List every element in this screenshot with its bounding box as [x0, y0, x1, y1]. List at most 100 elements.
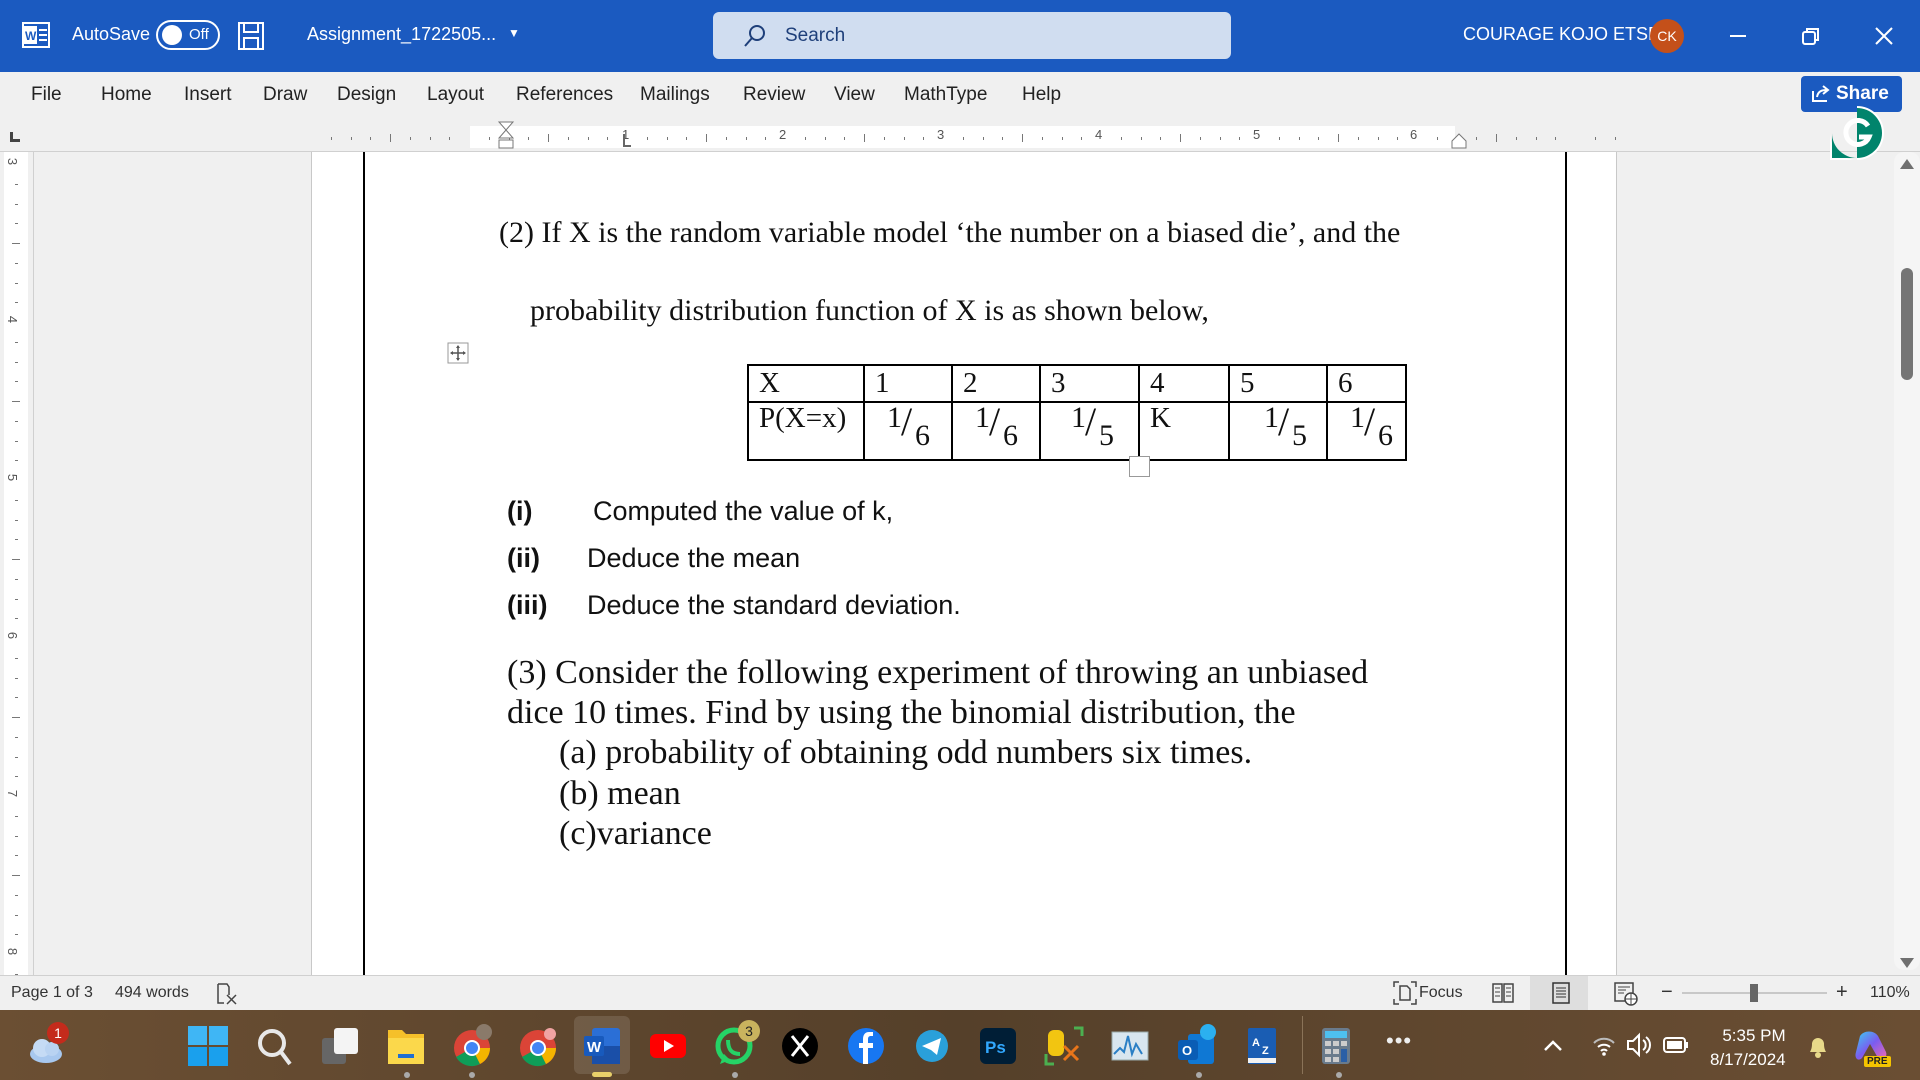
- tab-draw[interactable]: Draw: [263, 84, 307, 106]
- chrome-profile-2-icon[interactable]: [516, 1024, 560, 1068]
- wifi-icon[interactable]: [1592, 1034, 1616, 1056]
- dictionary-icon[interactable]: AZ: [1240, 1024, 1284, 1068]
- task-view-icon[interactable]: [318, 1024, 362, 1068]
- vertical-ruler[interactable]: 3 4 5 6 7 8: [0, 152, 34, 975]
- ruler-tick: [12, 717, 20, 718]
- ruler-tick: [1120, 136, 1122, 140]
- tab-home[interactable]: Home: [101, 84, 152, 106]
- indent-marker-icon[interactable]: [497, 120, 515, 152]
- ruler-tick: [14, 697, 18, 699]
- resource-monitor-icon[interactable]: [1108, 1024, 1152, 1068]
- ruler-tick: [1397, 136, 1399, 140]
- ruler-tick: [14, 341, 18, 343]
- search-taskbar-icon[interactable]: [252, 1024, 296, 1068]
- close-icon[interactable]: [1866, 18, 1902, 54]
- ruler-tick: [1436, 136, 1438, 140]
- ruler-tick: [14, 934, 18, 936]
- tab-mailings[interactable]: Mailings: [640, 84, 710, 106]
- clock[interactable]: 5:35 PM 8/17/2024: [1710, 1024, 1786, 1072]
- ruler-tick: [14, 262, 18, 264]
- ruler-tick: [14, 539, 18, 541]
- ruler-tick: [12, 243, 20, 244]
- tab-review[interactable]: Review: [743, 84, 805, 106]
- ruler-tick: [350, 136, 352, 140]
- word-count[interactable]: 494 words: [115, 984, 189, 1002]
- notification-bell-icon[interactable]: [1806, 1034, 1830, 1060]
- tab-file[interactable]: File: [31, 84, 62, 106]
- web-layout-icon[interactable]: [1614, 982, 1638, 1006]
- toggle-knob: [162, 25, 182, 45]
- user-avatar[interactable]: CK: [1650, 19, 1684, 53]
- focus-icon[interactable]: [1393, 981, 1417, 1005]
- start-icon[interactable]: [186, 1024, 230, 1068]
- user-name[interactable]: COURAGE KOJO ETSE: [1463, 24, 1660, 45]
- zoom-slider-thumb[interactable]: [1750, 984, 1758, 1002]
- read-mode-icon[interactable]: [1492, 982, 1514, 1004]
- file-explorer-icon[interactable]: [384, 1024, 428, 1068]
- document-page[interactable]: (2) If X is the random variable model ‘t…: [311, 152, 1617, 975]
- photoshop-icon[interactable]: Ps: [976, 1024, 1020, 1068]
- ruler-tick: [844, 136, 846, 140]
- ruler-tick: [1160, 136, 1162, 140]
- ruler-tick: [14, 618, 18, 620]
- x-twitter-icon[interactable]: [778, 1024, 822, 1068]
- calculator-icon[interactable]: [1314, 1024, 1358, 1068]
- table-resize-handle[interactable]: [1129, 456, 1150, 477]
- tab-layout[interactable]: Layout: [427, 84, 484, 106]
- tab-insert[interactable]: Insert: [184, 84, 232, 106]
- tab-view[interactable]: View: [834, 84, 875, 106]
- print-layout-icon[interactable]: [1552, 982, 1570, 1004]
- scroll-down-icon[interactable]: [1899, 957, 1915, 969]
- zoom-out-button[interactable]: −: [1661, 981, 1673, 1004]
- document-name-dropdown-icon[interactable]: ▼: [508, 26, 520, 40]
- zoom-in-button[interactable]: +: [1836, 981, 1848, 1004]
- show-hidden-icons-chevron-icon[interactable]: [1543, 1038, 1563, 1052]
- focus-label[interactable]: Focus: [1419, 984, 1463, 1002]
- minimize-icon[interactable]: [1720, 18, 1756, 54]
- question-3-line-1: (3) Consider the following experiment of…: [507, 654, 1369, 691]
- weather-badge: 1: [47, 1022, 69, 1044]
- more-apps-icon[interactable]: •••: [1386, 1028, 1412, 1054]
- clock-time: 5:35 PM: [1722, 1026, 1786, 1045]
- save-icon[interactable]: [238, 22, 264, 50]
- ruler-tick: [370, 136, 372, 140]
- ruler-number: 4: [1095, 127, 1103, 142]
- copilot-pre-tag: PRE: [1864, 1056, 1891, 1067]
- page-count[interactable]: Page 1 of 3: [11, 984, 93, 1002]
- table-move-handle-icon[interactable]: [447, 342, 469, 364]
- tab-help[interactable]: Help: [1022, 84, 1061, 106]
- horizontal-ruler[interactable]: 1 2 3 4 5 6: [0, 120, 1920, 152]
- outlook-icon[interactable]: O: [1174, 1024, 1218, 1068]
- battery-icon[interactable]: [1663, 1037, 1689, 1053]
- search-placeholder: Search: [785, 25, 846, 46]
- telegram-icon[interactable]: [910, 1024, 954, 1068]
- ruler-tick: [14, 855, 18, 857]
- vertical-ruler-number: 6: [5, 631, 21, 640]
- youtube-icon[interactable]: [646, 1024, 690, 1068]
- right-indent-marker-icon[interactable]: [1450, 132, 1468, 150]
- scroll-up-icon[interactable]: [1899, 158, 1915, 170]
- document-canvas[interactable]: (2) If X is the random variable model ‘t…: [34, 152, 1886, 975]
- grammarly-icon[interactable]: [1828, 104, 1886, 162]
- volume-icon[interactable]: [1626, 1032, 1652, 1058]
- chrome-profile-1-icon[interactable]: [450, 1024, 494, 1068]
- running-indicator: [732, 1072, 738, 1078]
- facebook-icon[interactable]: [844, 1024, 888, 1068]
- scrollbar-thumb[interactable]: [1901, 268, 1913, 380]
- tab-references[interactable]: References: [516, 84, 613, 106]
- ruler-tick: [1594, 136, 1596, 140]
- zoom-level[interactable]: 110%: [1870, 984, 1910, 1002]
- tab-selector-icon[interactable]: [10, 132, 20, 142]
- search-box[interactable]: Search: [713, 12, 1231, 59]
- word-taskbar-icon[interactable]: W: [580, 1024, 624, 1068]
- tab-stop-icon[interactable]: [622, 134, 632, 150]
- tab-design[interactable]: Design: [337, 84, 396, 106]
- restore-icon[interactable]: [1792, 18, 1828, 54]
- proofing-icon[interactable]: [216, 983, 238, 1005]
- document-name[interactable]: Assignment_1722505...: [307, 24, 496, 45]
- autosave-toggle[interactable]: Off: [156, 20, 220, 50]
- tab-mathtype[interactable]: MathType: [904, 84, 987, 106]
- database-tools-icon[interactable]: [1042, 1024, 1086, 1068]
- ruler-tick: [14, 361, 18, 363]
- subquestion-text: Computed the value of k,: [593, 496, 894, 526]
